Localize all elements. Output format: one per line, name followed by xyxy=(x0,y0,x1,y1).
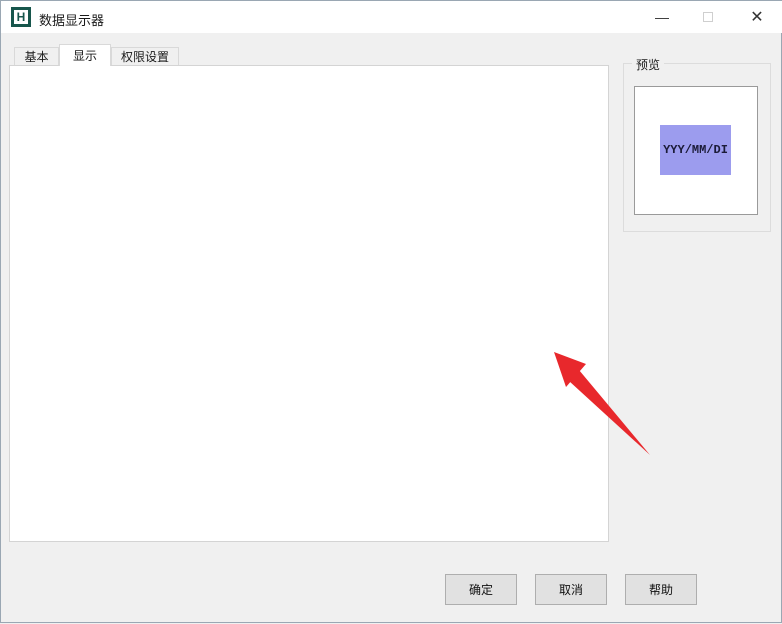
maximize-button xyxy=(685,1,731,33)
close-button[interactable]: ✕ xyxy=(731,1,782,33)
ok-button[interactable]: 确定 xyxy=(445,574,517,605)
tab-display[interactable]: 显示 xyxy=(59,44,111,66)
minimize-button[interactable]: — xyxy=(639,1,685,33)
window-title: 数据显示器 xyxy=(39,10,104,29)
tab-page xyxy=(9,65,609,542)
preview-group-legend: 预览 xyxy=(632,56,664,73)
dialog-window: { "window": { "title": "数据显示器", "icon_le… xyxy=(0,0,782,623)
preview-value-box: YYY/MM/DI xyxy=(660,125,731,175)
app-icon: H xyxy=(11,7,31,27)
tab-permissions[interactable]: 权限设置 xyxy=(111,47,179,65)
preview-group: 预览 YYY/MM/DI xyxy=(623,63,771,232)
preview-text: YYY/MM/DI xyxy=(663,143,728,157)
maximize-icon xyxy=(703,12,713,22)
help-button[interactable]: 帮助 xyxy=(625,574,697,605)
tab-basic[interactable]: 基本 xyxy=(14,47,59,65)
cancel-button[interactable]: 取消 xyxy=(535,574,607,605)
title-bar: H 数据显示器 — ✕ xyxy=(1,1,782,33)
preview-canvas: YYY/MM/DI xyxy=(634,86,758,215)
